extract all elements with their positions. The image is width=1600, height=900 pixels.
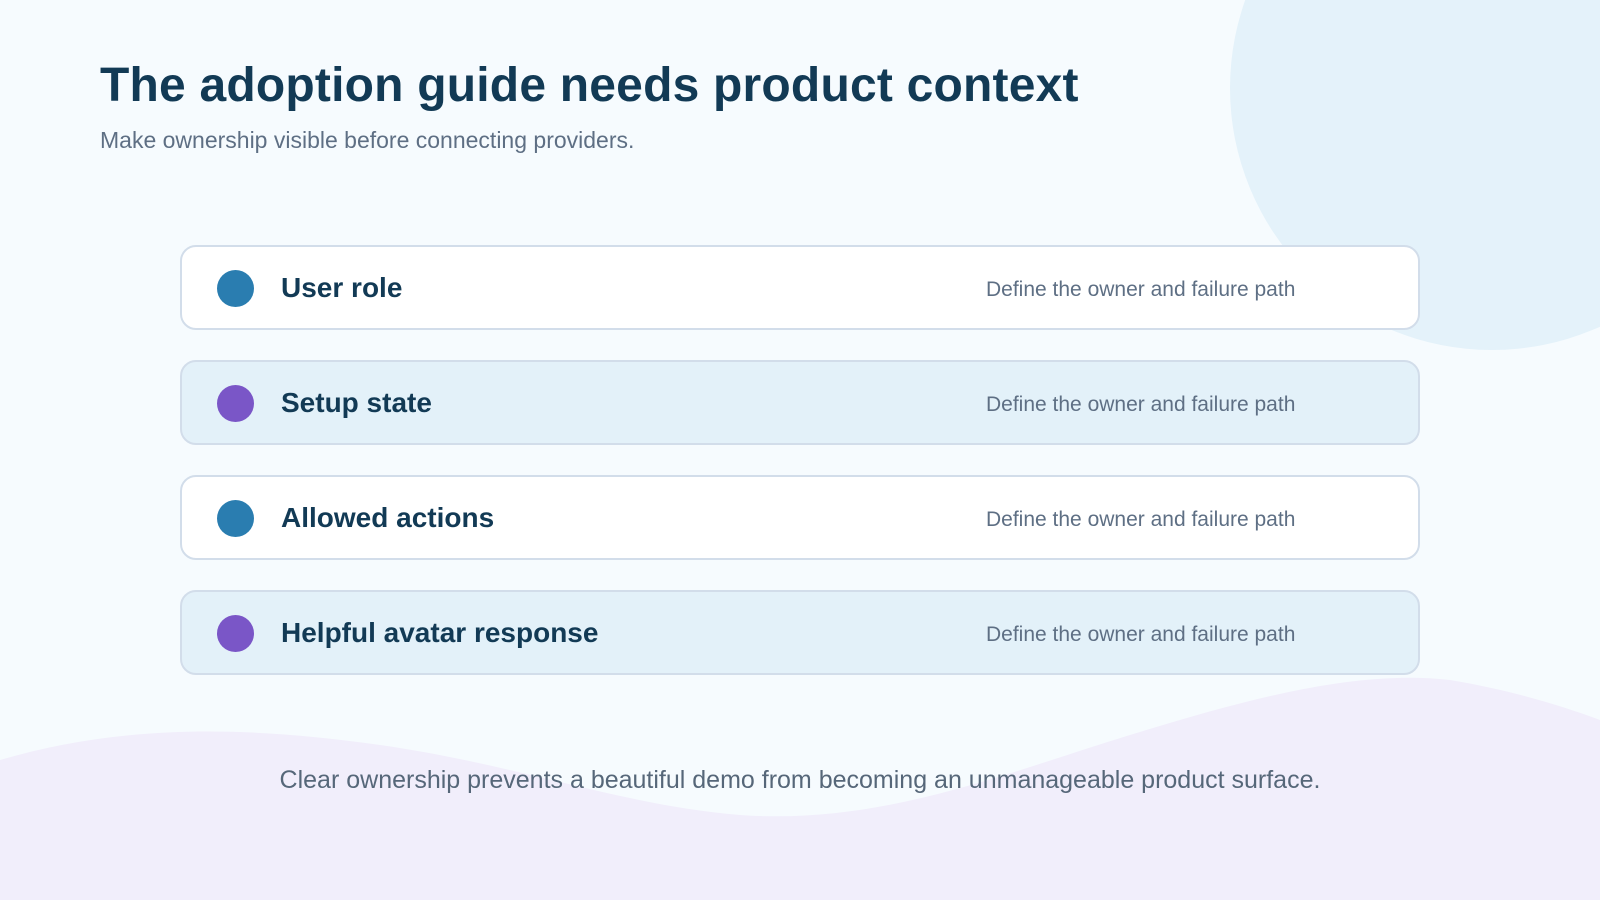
- row-label: Helpful avatar response: [281, 617, 599, 648]
- status-dot: [217, 270, 254, 307]
- row-description: Define the owner and failure path: [986, 508, 1296, 531]
- row-helpful-avatar-response: Helpful avatar response Define the owner…: [180, 590, 1420, 675]
- row-setup-state: Setup state Define the owner and failure…: [180, 360, 1420, 445]
- row-allowed-actions: Allowed actions Define the owner and fai…: [180, 475, 1420, 560]
- row-label: User role: [281, 272, 403, 303]
- status-dot: [217, 615, 254, 652]
- slide: The adoption guide needs product context…: [0, 0, 1600, 900]
- checklist: User role Define the owner and failure p…: [180, 245, 1420, 705]
- page-subtitle: Make ownership visible before connecting…: [100, 127, 635, 153]
- row-user-role: User role Define the owner and failure p…: [180, 245, 1420, 330]
- row-description: Define the owner and failure path: [986, 393, 1296, 416]
- footer-note: Clear ownership prevents a beautiful dem…: [279, 766, 1321, 794]
- row-description: Define the owner and failure path: [986, 278, 1296, 301]
- row-label: Allowed actions: [281, 502, 495, 533]
- page-title: The adoption guide needs product context: [100, 59, 1079, 112]
- row-description: Define the owner and failure path: [986, 623, 1296, 646]
- status-dot: [217, 385, 254, 422]
- status-dot: [217, 500, 254, 537]
- row-label: Setup state: [281, 387, 432, 418]
